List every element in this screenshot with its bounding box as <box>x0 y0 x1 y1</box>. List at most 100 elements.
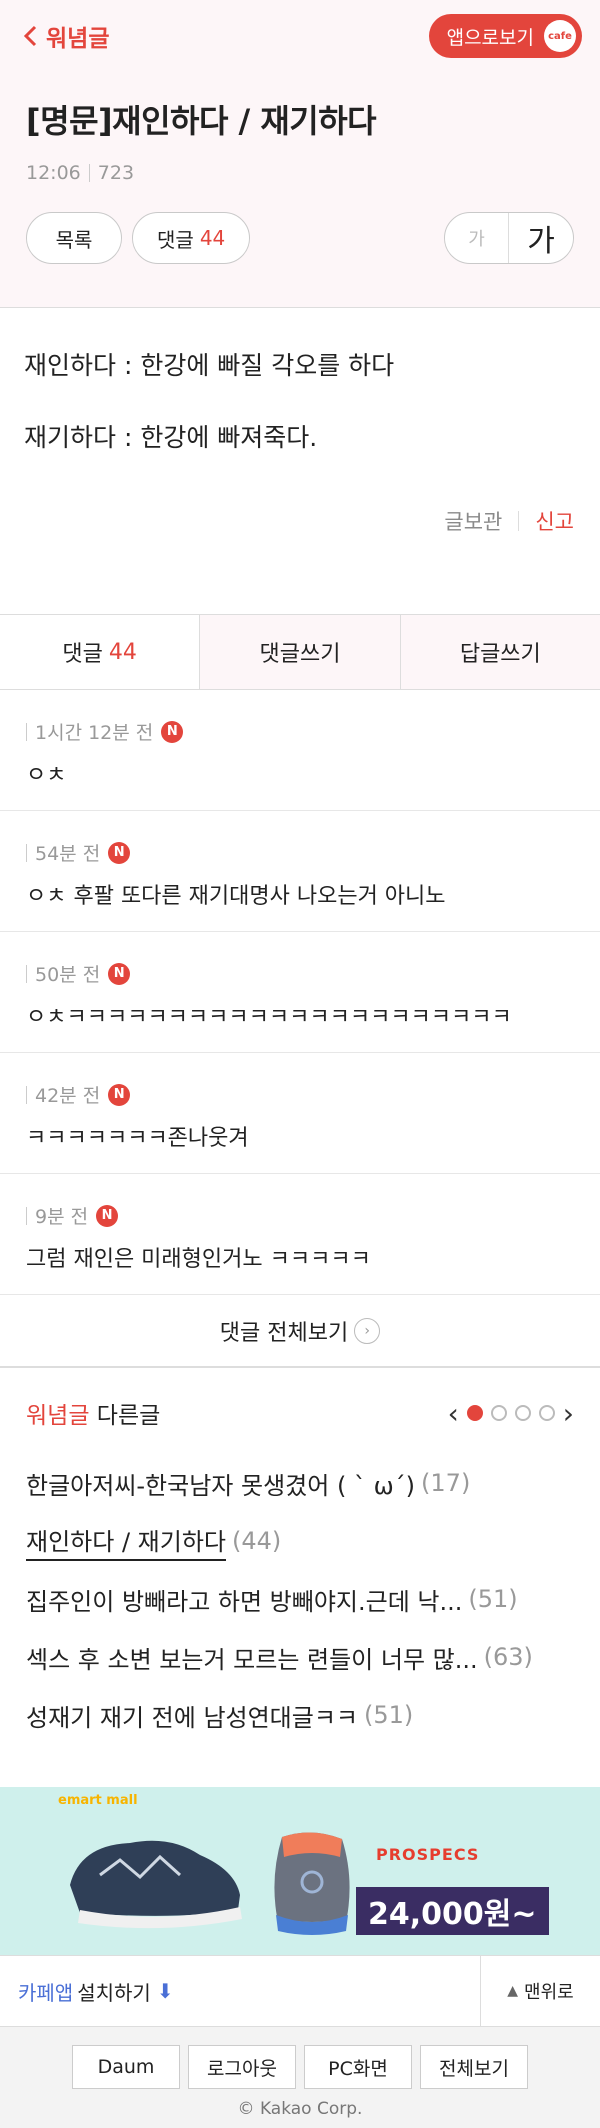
other-posts-board[interactable]: 워념글 <box>26 1403 89 1429</box>
comment-text: ㅇㅊ 후팔 또다른 재기대명사 나오는거 아니노 <box>26 884 446 909</box>
post-time: 12:06 <box>26 162 81 184</box>
list-button[interactable]: 목록 <box>26 212 122 264</box>
board-name: 워념글 <box>46 26 110 52</box>
pc-view-button[interactable]: PC화면 <box>304 2045 412 2089</box>
comment-time: 50분 전 <box>35 964 101 986</box>
comment-text: ㅋㅋㅋㅋㅋㅋㅋ존나웃겨 <box>26 1126 249 1151</box>
daum-button[interactable]: Daum <box>72 2045 180 2089</box>
new-badge-icon: N <box>161 720 184 743</box>
tab-comments[interactable]: 댓글 44 <box>0 615 200 689</box>
page-dot[interactable] <box>538 1405 555 1421</box>
other-post-title: 재인하다 / 재기하다 <box>26 1522 226 1561</box>
page-dot[interactable] <box>514 1405 531 1421</box>
font-size-toggle: 가 가 <box>444 212 574 264</box>
arrow-up-icon: ▲ <box>507 1983 519 1999</box>
other-posts-heading: 워념글 다른글 <box>26 1396 160 1430</box>
other-post-title: 집주인이 방빼라고 하면 방빼야지.근데 낙... <box>26 1587 463 1616</box>
tab-comments-count: 44 <box>108 639 137 665</box>
other-post-item[interactable]: 섹스 후 소변 보는거 모르는 련들이 너무 많... (63) <box>26 1628 574 1686</box>
tab-comments-label: 댓글 <box>62 642 103 667</box>
comment-text: 그럼 재인은 미래형인거노 ㅋㅋㅋㅋㅋ <box>26 1247 371 1272</box>
ad-banner[interactable]: emart mall PROSPECS 24,000원~ <box>0 1787 600 1955</box>
cafe-app-label: 카페앱 <box>18 1980 74 2005</box>
save-post-button[interactable]: 글보관 <box>444 506 502 536</box>
divider <box>26 843 27 862</box>
other-post-item-current[interactable]: 재인하다 / 재기하다 (44) <box>26 1512 574 1570</box>
divider <box>26 1085 27 1104</box>
tab-write-comment[interactable]: 댓글쓰기 <box>199 615 400 689</box>
font-larger-button[interactable]: 가 <box>509 213 573 263</box>
post-views: 723 <box>97 162 135 184</box>
logout-button[interactable]: 로그아웃 <box>188 2045 296 2089</box>
open-app-label: 앱으로보기 <box>446 26 534 49</box>
new-badge-icon: N <box>108 962 131 985</box>
divider <box>518 511 520 531</box>
install-app-button[interactable]: 카페앱 설치하기 ⬇ <box>0 1956 480 2026</box>
footer: Daum 로그아웃 PC화면 전체보기 © Kakao Corp. <box>0 2027 600 2128</box>
comment-button[interactable]: 댓글 44 <box>132 212 251 264</box>
report-button[interactable]: 신고 <box>535 506 574 536</box>
ad-logo: PROSPECS <box>376 1845 480 1864</box>
other-post-item[interactable]: 한글아저씨-한국남자 못생겼어 ( ` ω´) (17) <box>26 1454 574 1512</box>
page-dot[interactable] <box>490 1405 507 1421</box>
body-line-1: 재인하다 : 한강에 빠질 각오를 하다 <box>24 351 395 380</box>
ad-price: 24,000원~ <box>356 1887 549 1935</box>
comment-text: ㅇㅊㅋㅋㅋㅋㅋㅋㅋㅋㅋㅋㅋㅋㅋㅋㅋㅋㅋㅋㅋㅋㅋㅋ <box>26 1005 512 1030</box>
pagination: ‹ › <box>448 1397 574 1430</box>
comment-time: 54분 전 <box>35 843 101 865</box>
font-smaller-button[interactable]: 가 <box>445 213 509 263</box>
post-title: [명문]재인하다 / 재기하다 <box>26 102 377 140</box>
chevron-left-icon[interactable]: ‹ <box>448 1397 459 1430</box>
see-all-comments-button[interactable]: 댓글 전체보기 › <box>0 1295 600 1367</box>
other-post-item[interactable]: 성재기 재기 전에 남성연대글ㅋㅋ (51) <box>26 1686 574 1744</box>
comment-time: 9분 전 <box>35 1206 89 1228</box>
post-actions: 글보관 신고 <box>24 506 574 536</box>
post-body: 재인하다 : 한강에 빠질 각오를 하다 재기하다 : 한강에 빠져죽다. 글보… <box>0 308 600 608</box>
see-all-label: 댓글 전체보기 <box>219 1320 349 1346</box>
ad-brand-b: mall <box>106 1793 138 1808</box>
comment-tabs: 댓글 44 댓글쓰기 답글쓰기 <box>0 614 600 690</box>
cafe-icon: cafe <box>544 20 576 52</box>
comment-text: ㅇㅊ <box>26 763 67 788</box>
other-post-count: (51) <box>468 1585 518 1613</box>
other-post-item[interactable]: 집주인이 방빼라고 하면 방빼야지.근데 낙... (51) <box>26 1570 574 1628</box>
comment-count: 44 <box>199 226 226 250</box>
body-line-2: 재기하다 : 한강에 빠져죽다. <box>24 423 318 452</box>
comment-item[interactable]: 9분 전 N 그럼 재인은 미래형인거노 ㅋㅋㅋㅋㅋ <box>0 1174 600 1295</box>
page-dot[interactable] <box>466 1405 483 1421</box>
comment-item[interactable]: 1시간 12분 전 N ㅇㅊ <box>0 690 600 811</box>
post-header: [명문]재인하다 / 재기하다 12:06 723 목록 댓글 44 가 가 <box>0 72 600 308</box>
tab-write-reply[interactable]: 답글쓰기 <box>399 615 600 689</box>
post-meta: 12:06 723 <box>26 162 574 184</box>
ad-brand-logo: emart mall <box>58 1793 138 1808</box>
chevron-right-icon[interactable]: › <box>563 1397 574 1430</box>
divider <box>26 722 27 741</box>
top-bar: 워념글 앱으로보기 cafe <box>0 0 600 72</box>
open-app-button[interactable]: 앱으로보기 cafe <box>428 14 582 58</box>
back-button[interactable]: 워념글 <box>22 19 109 53</box>
ad-brand-a: emart <box>58 1793 102 1808</box>
shoe-image <box>70 1840 242 1929</box>
divider <box>88 164 90 182</box>
comment-item[interactable]: 54분 전 N ㅇㅊ 후팔 또다른 재기대명사 나오는거 아니노 <box>0 811 600 932</box>
other-post-count: (51) <box>364 1701 414 1729</box>
comment-item[interactable]: 50분 전 N ㅇㅊㅋㅋㅋㅋㅋㅋㅋㅋㅋㅋㅋㅋㅋㅋㅋㅋㅋㅋㅋㅋㅋㅋ <box>0 932 600 1053</box>
other-post-count: (17) <box>421 1469 471 1497</box>
new-badge-icon: N <box>108 841 131 864</box>
install-bar: 카페앱 설치하기 ⬇ ▲ 맨위로 <box>0 1955 600 2027</box>
chevron-right-icon: › <box>354 1317 381 1344</box>
shoe-image <box>274 1832 350 1935</box>
new-badge-icon: N <box>96 1204 119 1227</box>
comment-time: 42분 전 <box>35 1085 101 1107</box>
comment-item[interactable]: 42분 전 N ㅋㅋㅋㅋㅋㅋㅋ존나웃겨 <box>0 1053 600 1174</box>
other-post-count: (44) <box>231 1527 282 1555</box>
comment-button-label: 댓글 <box>157 227 194 252</box>
scroll-to-top-button[interactable]: ▲ 맨위로 <box>480 1956 600 2026</box>
comment-time: 1시간 12분 전 <box>35 722 154 744</box>
divider <box>26 1206 27 1225</box>
install-label: 설치하기 <box>77 1980 151 2005</box>
copyright: © Kakao Corp. <box>237 2099 363 2119</box>
view-all-button[interactable]: 전체보기 <box>420 2045 528 2089</box>
other-post-title: 한글아저씨-한국남자 못생겼어 ( ` ω´) <box>26 1471 416 1500</box>
download-icon: ⬇ <box>156 1979 174 2003</box>
